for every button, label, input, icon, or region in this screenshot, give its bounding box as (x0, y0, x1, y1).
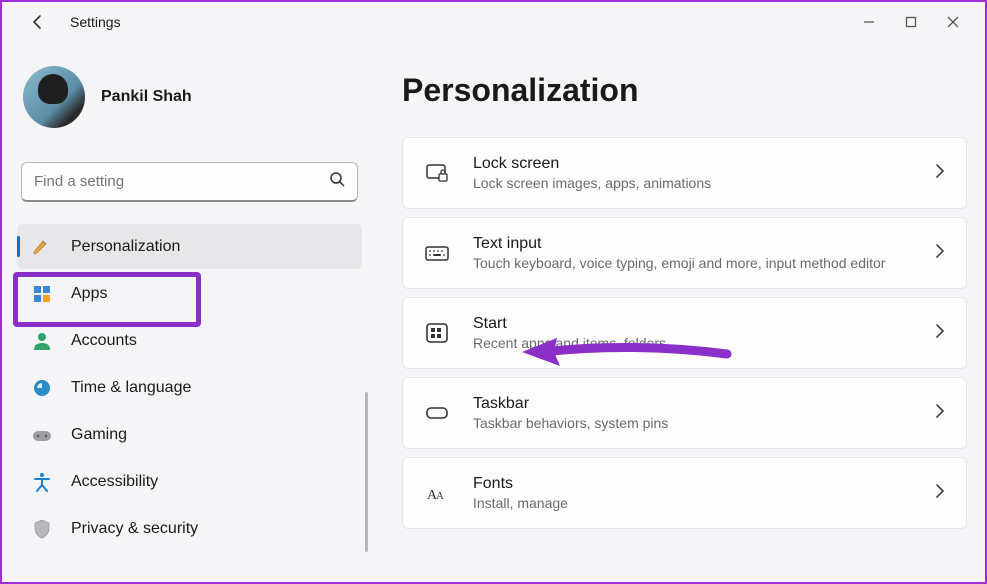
settings-item-lock-screen[interactable]: Lock screen Lock screen images, apps, an… (402, 137, 967, 209)
sidebar-item-accounts[interactable]: Accounts (17, 318, 362, 363)
settings-item-title: Taskbar (473, 395, 934, 413)
svg-text:A: A (436, 490, 444, 502)
sidebar-item-accessibility[interactable]: Accessibility (17, 459, 362, 504)
sidebar-item-label: Accounts (71, 332, 137, 350)
lock-icon (423, 159, 451, 187)
sidebar-item-personalization[interactable]: Personalization (17, 224, 362, 269)
privacy-icon (31, 518, 53, 540)
search-input[interactable] (34, 173, 329, 190)
settings-item-title: Fonts (473, 475, 934, 493)
sidebar-item-privacy-security[interactable]: Privacy & security (17, 506, 362, 551)
settings-item-subtitle: Touch keyboard, voice typing, emoji and … (473, 255, 934, 271)
settings-item-fonts[interactable]: AA Fonts Install, manage (402, 457, 967, 529)
settings-item-subtitle: Install, manage (473, 495, 934, 511)
sidebar-item-label: Accessibility (71, 473, 158, 491)
settings-item-subtitle: Lock screen images, apps, animations (473, 175, 934, 191)
keyboard-icon (423, 239, 451, 267)
chevron-right-icon (934, 244, 946, 263)
start-icon (423, 319, 451, 347)
avatar (23, 66, 85, 128)
settings-item-start[interactable]: Start Recent apps and items, folders (402, 297, 967, 369)
gaming-icon (31, 424, 53, 446)
maximize-button[interactable] (899, 10, 923, 34)
sidebar-item-apps[interactable]: Apps (17, 271, 362, 316)
sidebar-item-time-language[interactable]: Time & language (17, 365, 362, 410)
accounts-icon (31, 330, 53, 352)
minimize-button[interactable] (857, 10, 881, 34)
chevron-right-icon (934, 484, 946, 503)
search-icon (329, 171, 345, 192)
profile-name: Pankil Shah (101, 88, 192, 106)
sidebar-item-gaming[interactable]: Gaming (17, 412, 362, 457)
sidebar-item-label: Apps (71, 285, 107, 303)
settings-item-text-input[interactable]: Text input Touch keyboard, voice typing,… (402, 217, 967, 289)
sidebar-item-label: Time & language (71, 379, 191, 397)
chevron-right-icon (934, 324, 946, 343)
settings-item-subtitle: Recent apps and items, folders (473, 335, 934, 351)
chevron-right-icon (934, 164, 946, 183)
apps-icon (31, 283, 53, 305)
profile-block[interactable]: Pankil Shah (23, 66, 362, 128)
search-box[interactable] (21, 162, 358, 202)
window-title: Settings (70, 14, 121, 30)
sidebar-item-label: Personalization (71, 238, 180, 256)
back-button[interactable] (24, 8, 52, 36)
personalization-icon (31, 236, 53, 258)
page-title: Personalization (402, 72, 967, 109)
sidebar-item-label: Gaming (71, 426, 127, 444)
chevron-right-icon (934, 404, 946, 423)
time-icon (31, 377, 53, 399)
settings-item-title: Text input (473, 235, 934, 253)
accessibility-icon (31, 471, 53, 493)
taskbar-icon (423, 399, 451, 427)
settings-item-title: Start (473, 315, 934, 333)
settings-item-title: Lock screen (473, 155, 934, 173)
fonts-icon: AA (423, 479, 451, 507)
settings-item-subtitle: Taskbar behaviors, system pins (473, 415, 934, 431)
content-area: Personalization Lock screen Lock screen … (372, 42, 985, 582)
title-bar: Settings (2, 2, 985, 42)
sidebar-item-label: Privacy & security (71, 520, 198, 538)
sidebar-scrollbar[interactable] (365, 392, 368, 552)
close-button[interactable] (941, 10, 965, 34)
sidebar: Pankil Shah Personalization Apps Accounts T… (2, 42, 372, 582)
settings-item-taskbar[interactable]: Taskbar Taskbar behaviors, system pins (402, 377, 967, 449)
